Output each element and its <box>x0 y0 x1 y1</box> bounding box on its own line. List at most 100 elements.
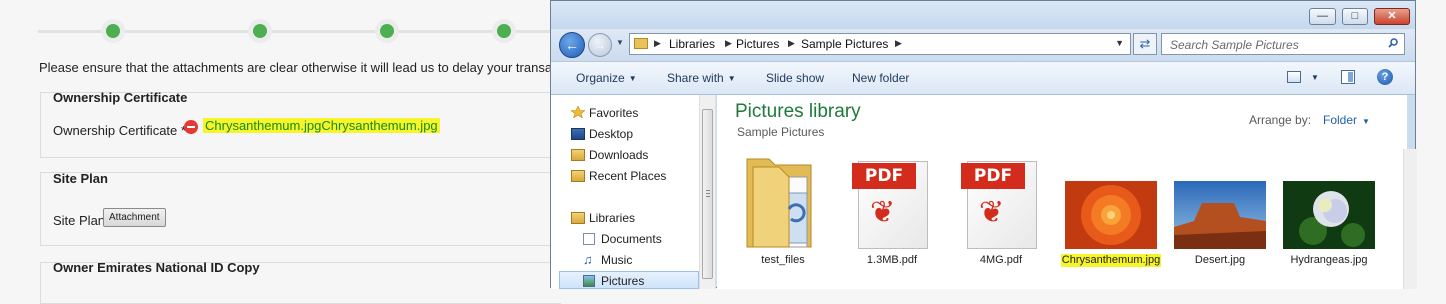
nav-documents[interactable]: Documents <box>601 232 662 246</box>
nav-downloads[interactable]: Downloads <box>589 148 648 162</box>
file-name: Chrysanthemum.jpg <box>1061 254 1161 267</box>
arrange-by-dropdown[interactable]: Folder ▼ <box>1323 113 1370 127</box>
organize-label: Organize <box>576 71 625 85</box>
library-subtitle: Sample Pictures <box>737 125 825 139</box>
nav-scrollbar[interactable] <box>699 95 715 289</box>
back-button[interactable]: ← <box>559 32 585 58</box>
section-title: Owner Emirates National ID Copy <box>53 260 260 275</box>
arrange-by-label: Arrange by: <box>1249 113 1312 127</box>
maximize-button[interactable]: □ <box>1342 8 1368 25</box>
nav-libraries[interactable]: Libraries <box>589 211 635 225</box>
file-item-chrysanthemum[interactable]: Chrysanthemum.jpg <box>1059 151 1163 289</box>
window-titlebar[interactable]: — □ ✕ <box>551 1 1415 29</box>
site-plan-label: Site Plan <box>53 213 106 228</box>
refresh-icon: ⇄ <box>1139 36 1151 51</box>
nav-favorites[interactable]: Favorites <box>589 106 638 120</box>
help-icon[interactable]: ? <box>1377 69 1393 85</box>
share-with-label: Share with <box>667 71 724 85</box>
music-icon: ♫ <box>583 252 593 267</box>
preview-pane-icon[interactable] <box>1341 70 1355 84</box>
chevron-down-icon: ▼ <box>1362 117 1370 126</box>
content-scrollbar[interactable] <box>1403 149 1417 289</box>
web-form: Please ensure that the attachments are c… <box>0 0 572 304</box>
chevron-right-icon[interactable]: ▶ <box>725 38 732 49</box>
file-name: test_files <box>761 254 805 266</box>
pictures-icon <box>583 275 595 287</box>
nav-pictures[interactable]: Pictures <box>601 274 644 288</box>
search-input[interactable] <box>1162 34 1382 56</box>
desktop-icon <box>571 128 585 140</box>
chevron-right-icon[interactable]: ▶ <box>895 38 902 49</box>
file-item-test-files[interactable]: test_files <box>731 151 835 289</box>
nav-scrollbar-thumb[interactable] <box>702 109 713 279</box>
nav-music[interactable]: Music <box>601 253 632 267</box>
file-item-desert[interactable]: Desert.jpg <box>1168 151 1272 289</box>
chevron-right-icon[interactable]: ▶ <box>788 38 795 49</box>
remove-file-icon[interactable] <box>184 120 198 134</box>
step-3-indicator <box>375 19 399 43</box>
file-item-4mg-pdf[interactable]: PDF ❦ 4MG.pdf <box>949 151 1053 289</box>
search-icon[interactable] <box>1388 38 1398 48</box>
file-item-hydrangeas[interactable]: Hydrangeas.jpg <box>1277 151 1381 289</box>
ownership-certificate-label: Ownership Certificate * <box>53 123 186 138</box>
address-dropdown-icon[interactable]: ▼ <box>1115 38 1124 48</box>
forward-button[interactable]: → <box>588 33 612 57</box>
close-button[interactable]: ✕ <box>1374 8 1410 25</box>
slide-show-button[interactable]: Slide show <box>766 71 824 85</box>
chevron-down-icon[interactable]: ▼ <box>1311 73 1319 82</box>
breadcrumb-pictures[interactable]: Pictures <box>736 37 779 51</box>
new-folder-button[interactable]: New folder <box>852 71 909 85</box>
library-title: Pictures library <box>735 101 861 122</box>
change-view-icon[interactable] <box>1287 71 1301 83</box>
file-name: Desert.jpg <box>1194 254 1246 266</box>
navigation-pane: Favorites Desktop Downloads Recent Place… <box>551 95 716 289</box>
section-title: Site Plan <box>53 171 108 186</box>
owner-id-section: Owner Emirates National ID Copy <box>40 260 561 304</box>
recent-pages-dropdown-icon[interactable]: ▼ <box>616 38 624 47</box>
site-plan-section: Site Plan Site Plan Attachment <box>40 171 561 246</box>
attachment-button[interactable]: Attachment <box>103 208 166 227</box>
nav-desktop[interactable]: Desktop <box>589 127 633 141</box>
address-box[interactable]: ▶ Libraries ▶ Pictures ▶ Sample Pictures… <box>629 33 1131 55</box>
minimize-button[interactable]: — <box>1309 8 1336 25</box>
nav-recent-places[interactable]: Recent Places <box>589 169 666 183</box>
hydrangeas-thumbnail <box>1283 181 1375 249</box>
attachment-notice: Please ensure that the attachments are c… <box>39 60 573 75</box>
organize-menu[interactable]: Organize ▼ <box>576 71 637 85</box>
breadcrumb-libraries[interactable]: Libraries <box>669 37 715 51</box>
file-name: 4MG.pdf <box>979 254 1023 266</box>
chevron-down-icon: ▼ <box>727 74 736 83</box>
breadcrumb-sample-pictures[interactable]: Sample Pictures <box>801 37 888 51</box>
minimize-icon: — <box>1317 10 1328 22</box>
search-box[interactable] <box>1161 33 1405 56</box>
folder-icon <box>746 158 812 248</box>
section-title: Ownership Certificate <box>53 90 188 105</box>
step-4-indicator <box>492 19 516 43</box>
favorites-star-icon <box>571 106 585 118</box>
chevron-down-icon: ▼ <box>628 74 637 83</box>
adobe-acrobat-icon: ❦ <box>870 195 896 230</box>
chrysanthemum-thumbnail <box>1065 181 1157 249</box>
chevron-right-icon[interactable]: ▶ <box>654 38 661 49</box>
step-2-indicator <box>248 19 272 43</box>
refresh-button[interactable]: ⇄ <box>1133 33 1157 55</box>
close-icon: ✕ <box>1387 10 1397 22</box>
file-name: Hydrangeas.jpg <box>1290 254 1368 266</box>
explorer-window: — □ ✕ ← → ▼ ▶ Libraries ▶ Pictures ▶ Sam… <box>550 0 1417 289</box>
downloads-icon <box>571 149 585 161</box>
file-item-1-3mb-pdf[interactable]: PDF ❦ 1.3MB.pdf <box>840 151 944 289</box>
desert-thumbnail <box>1174 181 1266 249</box>
share-with-menu[interactable]: Share with ▼ <box>667 71 736 85</box>
pdf-badge: PDF <box>852 163 916 189</box>
maximize-icon: □ <box>1351 10 1359 22</box>
recent-places-icon <box>571 170 585 182</box>
libraries-icon <box>571 212 585 224</box>
adobe-acrobat-icon: ❦ <box>979 195 1005 230</box>
arrange-by-value: Folder <box>1323 113 1358 127</box>
address-bar-row: ← → ▼ ▶ Libraries ▶ Pictures ▶ Sample Pi… <box>551 29 1415 61</box>
pdf-badge: PDF <box>961 163 1025 189</box>
ownership-certificate-section: Ownership Certificate Ownership Certific… <box>40 90 561 158</box>
folder-icon <box>634 38 648 49</box>
attached-file-names[interactable]: Chrysanthemum.jpgChrysanthemum.jpg <box>203 118 440 133</box>
command-bar: Organize ▼ Share with ▼ Slide show New fol… <box>551 61 1415 95</box>
